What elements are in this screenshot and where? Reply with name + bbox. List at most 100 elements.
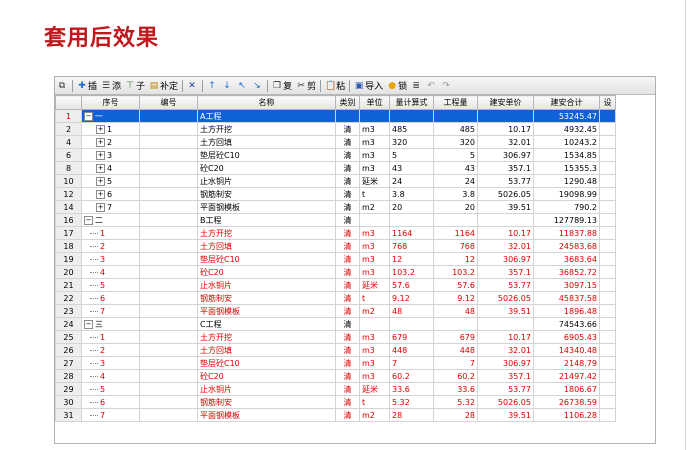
- cell-seq[interactable]: +2: [81, 135, 140, 149]
- expand-icon[interactable]: +: [96, 124, 105, 134]
- cell-code[interactable]: [139, 122, 198, 136]
- cell-formula[interactable]: 679: [389, 330, 434, 344]
- cell-quantity[interactable]: 679: [433, 330, 478, 344]
- move-up-button[interactable]: ↑: [205, 78, 220, 93]
- cell-formula[interactable]: 24: [389, 174, 434, 188]
- cell-category[interactable]: 清: [335, 265, 360, 279]
- cell-extra[interactable]: [599, 395, 616, 409]
- row-number[interactable]: 19: [55, 252, 82, 266]
- cell-extra[interactable]: [599, 408, 616, 422]
- row-number[interactable]: 6: [55, 148, 82, 162]
- cell-unit[interactable]: m3: [359, 148, 390, 162]
- expand-icon[interactable]: +: [96, 189, 105, 199]
- cell-seq[interactable]: 3: [81, 356, 140, 370]
- cell-code[interactable]: [139, 252, 198, 266]
- cell-unit-price[interactable]: 32.01: [477, 343, 534, 357]
- cell-seq[interactable]: 6: [81, 291, 140, 305]
- cell-name[interactable]: 土方回填: [197, 135, 336, 149]
- cell-code[interactable]: [139, 213, 198, 227]
- cell-total[interactable]: 24583.68: [533, 239, 600, 253]
- row-number[interactable]: 29: [55, 382, 82, 396]
- row-number[interactable]: 25: [55, 330, 82, 344]
- cell-total[interactable]: 15355.3: [533, 161, 600, 175]
- table-row[interactable]: 30 6 钢筋制安清 t 5.32 5.32 5026.05 26738.59: [55, 395, 616, 409]
- cell-seq[interactable]: +3: [81, 148, 140, 162]
- cell-unit[interactable]: m3: [359, 122, 390, 136]
- cell-name[interactable]: 止水铜片: [197, 382, 336, 396]
- cell-unit-price[interactable]: 10.17: [477, 122, 534, 136]
- cell-unit-price[interactable]: 39.51: [477, 200, 534, 214]
- cell-code[interactable]: [139, 135, 198, 149]
- cell-seq[interactable]: 6: [81, 395, 140, 409]
- cell-extra[interactable]: [599, 330, 616, 344]
- cell-unit-price[interactable]: 306.97: [477, 252, 534, 266]
- copy-tree-button[interactable]: ⧉: [55, 78, 70, 93]
- cell-formula[interactable]: 12: [389, 252, 434, 266]
- table-row[interactable]: 6 +3 垫层砼C10 清 m3 5 5 306.97 1534.85: [55, 148, 616, 162]
- cell-category[interactable]: 清: [335, 122, 360, 136]
- column-header-code[interactable]: 编号: [139, 95, 198, 110]
- cell-category[interactable]: 清: [335, 356, 360, 370]
- cell-seq[interactable]: +6: [81, 187, 140, 201]
- column-header-unit-price[interactable]: 建安单价: [477, 95, 534, 110]
- cell-unit[interactable]: t: [359, 291, 390, 305]
- cell-extra[interactable]: [599, 382, 616, 396]
- cell-name[interactable]: 止水铜片: [197, 174, 336, 188]
- cell-code[interactable]: [139, 148, 198, 162]
- cell-formula[interactable]: 3.8: [389, 187, 434, 201]
- cell-quantity[interactable]: 60.2: [433, 369, 478, 383]
- cell-category[interactable]: 清: [335, 213, 360, 227]
- cell-unit-price[interactable]: 357.1: [477, 369, 534, 383]
- cell-code[interactable]: [139, 265, 198, 279]
- cell-total[interactable]: 1806.67: [533, 382, 600, 396]
- cell-quantity[interactable]: 485: [433, 122, 478, 136]
- column-header-seq[interactable]: 序号: [81, 95, 140, 110]
- cell-total[interactable]: 19098.99: [533, 187, 600, 201]
- cell-quantity[interactable]: 320: [433, 135, 478, 149]
- table-row[interactable]: 18 2 土方回填清 m3 768 768 32.01 24583.68: [55, 239, 616, 253]
- row-number[interactable]: 24: [55, 317, 82, 331]
- cell-name[interactable]: 止水铜片: [197, 278, 336, 292]
- cell-category[interactable]: 清: [335, 369, 360, 383]
- cell-quantity[interactable]: 24: [433, 174, 478, 188]
- cell-unit-price[interactable]: 39.51: [477, 408, 534, 422]
- cell-total[interactable]: 74543.66: [533, 317, 600, 331]
- cell-quantity[interactable]: 5.32: [433, 395, 478, 409]
- cell-seq[interactable]: 4: [81, 369, 140, 383]
- cell-formula[interactable]: 768: [389, 239, 434, 253]
- cell-code[interactable]: [139, 343, 198, 357]
- cell-quantity[interactable]: 103.2: [433, 265, 478, 279]
- cell-seq[interactable]: − 二: [81, 213, 140, 227]
- cell-extra[interactable]: [599, 213, 616, 227]
- cell-unit-price[interactable]: 357.1: [477, 161, 534, 175]
- cell-total[interactable]: 10243.2: [533, 135, 600, 149]
- table-row[interactable]: 12 +6 钢筋制安清 t 3.8 3.8 5026.05 19098.99: [55, 187, 616, 201]
- cell-unit-price[interactable]: [477, 213, 534, 227]
- column-header-rownum[interactable]: [55, 95, 82, 110]
- row-number[interactable]: 8: [55, 161, 82, 175]
- table-row[interactable]: 23 7 平面钢模板清 m2 48 48 39.51 1896.48: [55, 304, 616, 318]
- expand-icon[interactable]: +: [96, 137, 105, 147]
- duplicate-button[interactable]: ❐ 复: [270, 78, 294, 93]
- cell-extra[interactable]: [599, 369, 616, 383]
- cell-extra[interactable]: [599, 343, 616, 357]
- cell-seq[interactable]: 4: [81, 265, 140, 279]
- collapse-icon[interactable]: −: [84, 215, 93, 225]
- cell-unit[interactable]: m3: [359, 265, 390, 279]
- cell-extra[interactable]: [599, 291, 616, 305]
- cell-extra[interactable]: [599, 356, 616, 370]
- cell-extra[interactable]: [599, 187, 616, 201]
- cell-seq[interactable]: 1: [81, 330, 140, 344]
- cell-total[interactable]: 36852.72: [533, 265, 600, 279]
- cell-code[interactable]: [139, 200, 198, 214]
- cell-formula[interactable]: 448: [389, 343, 434, 357]
- cell-name[interactable]: 垫层砼C10: [197, 252, 336, 266]
- add-button[interactable]: ☰ 添: [99, 78, 123, 93]
- child-button[interactable]: ⊤ 子: [123, 78, 147, 93]
- cell-seq[interactable]: +5: [81, 174, 140, 188]
- cell-code[interactable]: [139, 291, 198, 305]
- table-row[interactable]: 24− 三 C工程清 74543.66: [55, 317, 616, 331]
- cell-seq[interactable]: +1: [81, 122, 140, 136]
- lock-button[interactable]: ● 锁: [385, 78, 409, 93]
- move-down-button[interactable]: ↓: [220, 78, 235, 93]
